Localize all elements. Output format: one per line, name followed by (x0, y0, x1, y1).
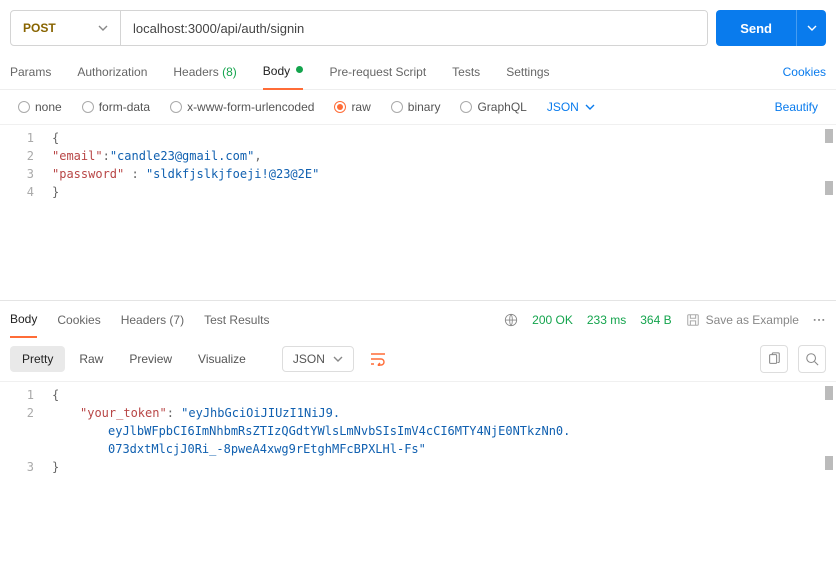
search-icon (805, 352, 819, 366)
resp-tab-headers[interactable]: Headers (7) (121, 313, 184, 337)
copy-button[interactable] (760, 345, 788, 373)
more-options-button[interactable]: ∙∙∙ (813, 313, 826, 327)
tab-params[interactable]: Params (10, 65, 51, 89)
scrollbar[interactable] (825, 456, 833, 470)
resp-tab-body[interactable]: Body (10, 312, 37, 338)
save-as-example-button[interactable]: Save as Example (686, 313, 799, 327)
resp-format-select[interactable]: JSON (282, 346, 354, 372)
copy-icon (767, 352, 781, 366)
tab-headers-count: (8) (222, 65, 237, 79)
line-gutter: 1 2 3 (0, 382, 46, 541)
send-options-button[interactable] (796, 10, 826, 46)
bodytype-graphql[interactable]: GraphQL (460, 100, 526, 114)
url-input[interactable] (121, 11, 707, 45)
save-icon (686, 313, 700, 327)
view-raw[interactable]: Raw (67, 346, 115, 372)
scrollbar[interactable] (825, 181, 833, 195)
globe-icon[interactable] (504, 313, 518, 327)
tab-tests[interactable]: Tests (452, 65, 480, 89)
line-gutter: 1 2 3 4 (0, 125, 46, 300)
tab-headers[interactable]: Headers (8) (173, 65, 236, 89)
tab-settings[interactable]: Settings (506, 65, 549, 89)
chevron-down-icon (98, 23, 108, 33)
tab-body[interactable]: Body (263, 64, 304, 90)
bodytype-none[interactable]: none (18, 100, 62, 114)
request-body-editor[interactable]: 1 2 3 4 { "email":"candle23@gmail.com", … (0, 124, 836, 300)
wrap-icon (370, 352, 386, 366)
code-area[interactable]: { "email":"candle23@gmail.com", "passwor… (46, 125, 836, 300)
chevron-down-icon (585, 102, 595, 112)
status-code: 200 OK (532, 313, 573, 327)
response-body-viewer[interactable]: 1 2 3 { "your_token": "eyJhbGciOiJIUzI1N… (0, 381, 836, 541)
response-size: 364 B (640, 313, 671, 327)
view-pretty[interactable]: Pretty (10, 346, 65, 372)
http-method-label: POST (23, 21, 56, 35)
resp-tab-testresults[interactable]: Test Results (204, 313, 269, 337)
beautify-button[interactable]: Beautify (775, 100, 818, 114)
scrollbar[interactable] (825, 129, 833, 143)
bodytype-urlencoded[interactable]: x-www-form-urlencoded (170, 100, 314, 114)
code-area: { "your_token": "eyJhbGciOiJIUzI1NiJ9. e… (46, 382, 836, 541)
tab-headers-label: Headers (173, 65, 218, 79)
http-method-select[interactable]: POST (11, 11, 121, 45)
cookies-link[interactable]: Cookies (783, 65, 826, 79)
tab-body-label: Body (263, 64, 290, 78)
raw-format-select[interactable]: JSON (547, 100, 595, 114)
chevron-down-icon (807, 23, 817, 33)
view-visualize[interactable]: Visualize (186, 346, 258, 372)
wrap-lines-button[interactable] (364, 345, 392, 373)
search-button[interactable] (798, 345, 826, 373)
resp-tab-cookies[interactable]: Cookies (57, 313, 100, 337)
tab-authorization[interactable]: Authorization (77, 65, 147, 89)
chevron-down-icon (333, 354, 343, 364)
bodytype-formdata[interactable]: form-data (82, 100, 150, 114)
send-button[interactable]: Send (716, 10, 796, 46)
response-time: 233 ms (587, 313, 626, 327)
unsaved-dot-icon (296, 66, 303, 73)
view-preview[interactable]: Preview (117, 346, 184, 372)
scrollbar[interactable] (825, 386, 833, 400)
bodytype-binary[interactable]: binary (391, 100, 441, 114)
tab-prerequest[interactable]: Pre-request Script (329, 65, 426, 89)
bodytype-raw[interactable]: raw (334, 100, 370, 114)
